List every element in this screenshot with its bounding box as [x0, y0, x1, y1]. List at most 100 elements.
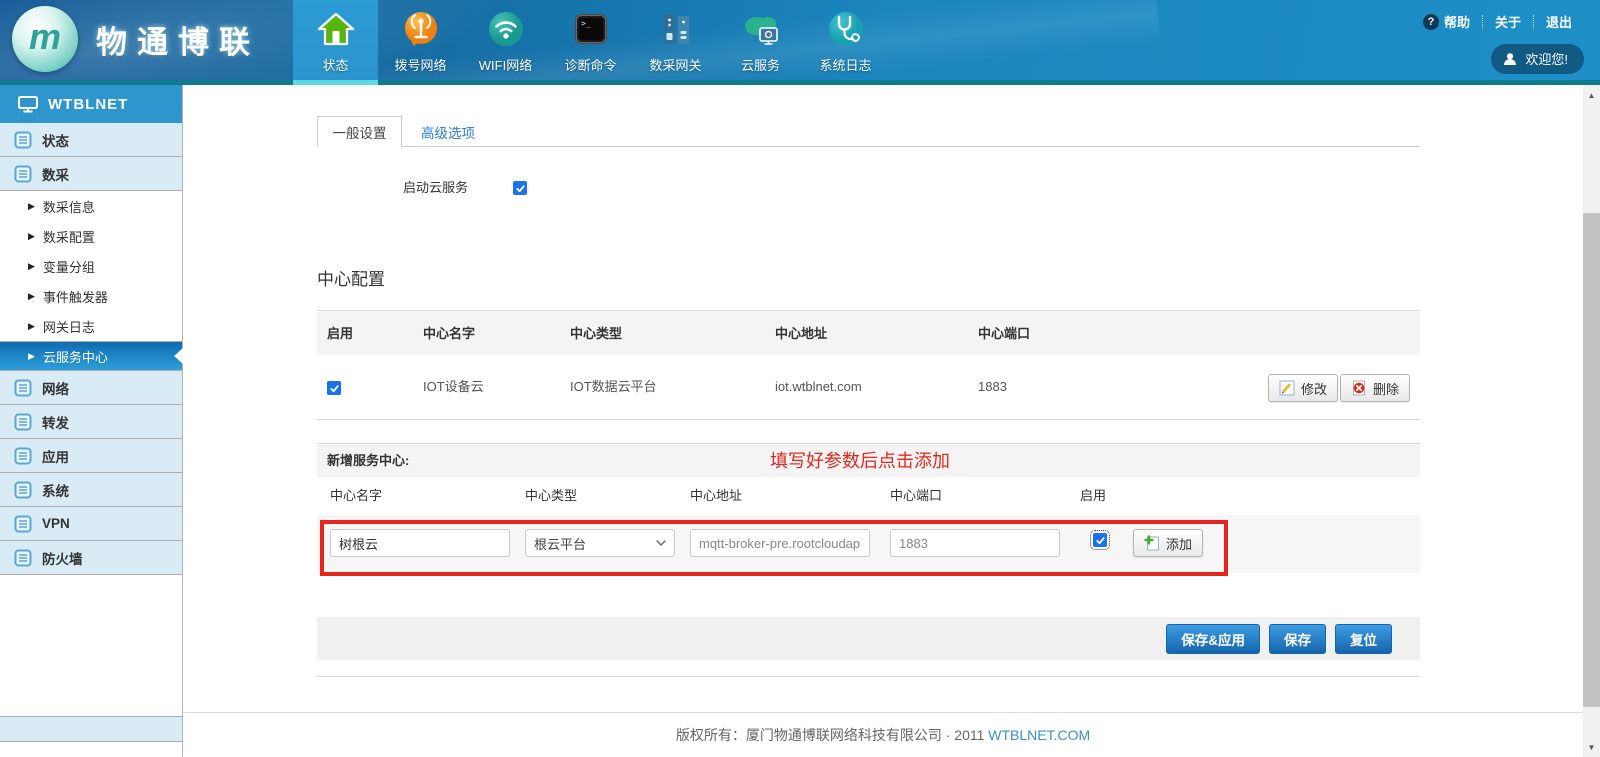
sidebar-item-variable-group[interactable]: ▶ 变量分组: [0, 251, 182, 281]
edit-button[interactable]: 修改: [1268, 374, 1338, 402]
sidebar-item-status[interactable]: 状态: [0, 123, 182, 157]
column-header-name: 中心名字: [423, 311, 475, 356]
top-navigation: 状态 拨号网络 WIFI网络 >_ 诊断命令: [293, 0, 888, 85]
sidebar-item-label: 数采配置: [43, 227, 95, 246]
table-row: IOT设备云 IOT数据云平台 iot.wtblnet.com 1883 修改 …: [317, 355, 1420, 420]
center-address-input[interactable]: [690, 529, 870, 557]
nav-item-dialup-network[interactable]: 拨号网络: [378, 0, 463, 85]
nav-item-status[interactable]: 状态: [293, 0, 378, 85]
add-button[interactable]: 添加: [1133, 529, 1203, 557]
row-enabled-checkbox[interactable]: [327, 381, 341, 395]
selected-option-label: 根云平台: [534, 534, 586, 553]
sidebar-item-cloud-service-center[interactable]: ▶ 云服务中心: [0, 341, 182, 371]
sidebar-item-data-collect[interactable]: 数采: [0, 157, 182, 191]
logo-monogram: m: [29, 19, 61, 55]
footer-link[interactable]: WTBLNET.COM: [988, 727, 1090, 743]
gateway-icon: [654, 7, 698, 51]
sidebar-item-label: 系统: [42, 480, 69, 500]
scrollbar-thumb[interactable]: [1583, 213, 1600, 707]
action-button-band: 保存&应用 保存 复位: [317, 617, 1420, 660]
sidebar-item-forwarding[interactable]: 转发: [0, 405, 182, 439]
help-icon: ?: [1423, 14, 1439, 30]
nav-item-cloud-service[interactable]: 云服务: [718, 0, 803, 85]
system-log-icon: [824, 7, 868, 51]
edit-button-label: 修改: [1301, 379, 1327, 398]
triangle-icon: ▶: [28, 291, 35, 302]
sidebar-item-firewall[interactable]: 防火墙: [0, 541, 182, 575]
save-button[interactable]: 保存: [1269, 624, 1326, 654]
list-icon: [14, 413, 32, 431]
check-icon: [515, 183, 526, 194]
sidebar-item-gateway-log[interactable]: ▶ 网关日志: [0, 311, 182, 341]
check-icon: [1095, 535, 1106, 546]
scrollbar-up-arrow[interactable]: ▲: [1583, 87, 1600, 103]
logout-link[interactable]: 退出: [1534, 12, 1584, 31]
sidebar-item-data-collect-config[interactable]: ▶ 数采配置: [0, 221, 182, 251]
save-apply-button[interactable]: 保存&应用: [1166, 624, 1260, 654]
reset-button[interactable]: 复位: [1335, 624, 1392, 654]
help-link[interactable]: ? 帮助: [1411, 12, 1482, 31]
user-icon: [1503, 52, 1517, 66]
sidebar-item-data-collect-info[interactable]: ▶ 数采信息: [0, 191, 182, 221]
list-icon: [14, 447, 32, 465]
sidebar-item-label: 转发: [42, 412, 69, 432]
nav-label: 数采网关: [649, 55, 701, 74]
help-label: 帮助: [1444, 12, 1470, 31]
add-section-inputs-row: 根云平台 添加: [317, 515, 1420, 573]
section-title-center-config: 中心配置: [317, 265, 385, 290]
sidebar: WTBLNET 状态 数采 ▶ 数采信息 ▶ 数采配置 ▶ 变量分组 ▶ 事件触…: [0, 85, 183, 757]
center-port-input[interactable]: [890, 529, 1060, 557]
nav-item-data-gateway[interactable]: 数采网关: [633, 0, 718, 85]
delete-x-icon: [1351, 380, 1367, 396]
center-name-input[interactable]: [330, 529, 510, 557]
footer-separator: ·: [946, 727, 951, 743]
delete-button-label: 删除: [1373, 379, 1399, 398]
list-icon: [14, 549, 32, 567]
nav-item-diagnostic-command[interactable]: >_ 诊断命令: [548, 0, 633, 85]
sidebar-item-vpn[interactable]: VPN: [0, 507, 182, 541]
enable-cloud-checkbox[interactable]: [513, 181, 527, 195]
add-label-port: 中心端口: [890, 477, 942, 515]
check-icon: [329, 383, 340, 394]
sidebar-item-application[interactable]: 应用: [0, 439, 182, 473]
column-header-port: 中心端口: [978, 311, 1030, 356]
sidebar-item-label: VPN: [42, 516, 70, 531]
cloud-service-icon: [739, 7, 783, 51]
sidebar-item-event-trigger[interactable]: ▶ 事件触发器: [0, 281, 182, 311]
sidebar-item-network[interactable]: 网络: [0, 371, 182, 405]
monitor-icon: [18, 96, 38, 113]
add-page-icon: [1144, 535, 1160, 551]
wifi-icon: [484, 7, 528, 51]
logout-label: 退出: [1546, 12, 1572, 31]
add-label-enabled: 启用: [1080, 477, 1106, 515]
brand-logo: m 物通博联: [12, 6, 260, 72]
cell-center-address: iot.wtblnet.com: [775, 379, 862, 395]
cell-center-name: IOT设备云: [423, 379, 484, 395]
welcome-text: 欢迎您!: [1525, 49, 1568, 68]
nav-item-wifi-network[interactable]: WIFI网络: [463, 0, 548, 85]
triangle-icon: ▶: [28, 231, 35, 242]
nav-item-system-log[interactable]: 系统日志: [803, 0, 888, 85]
about-link[interactable]: 关于: [1483, 12, 1533, 31]
column-header-address: 中心地址: [775, 311, 827, 356]
tab-advanced-options[interactable]: 高级选项: [407, 116, 489, 147]
add-enabled-checkbox[interactable]: [1093, 533, 1107, 547]
sidebar-item-label: 事件触发器: [43, 287, 108, 306]
center-type-select[interactable]: 根云平台: [525, 529, 675, 557]
vertical-scrollbar[interactable]: ▲ ▼: [1583, 85, 1600, 757]
tab-general-settings[interactable]: 一般设置: [317, 116, 402, 147]
table-header-row: 启用 中心名字 中心类型 中心地址 中心端口: [317, 310, 1420, 355]
nav-label: 状态: [322, 55, 348, 74]
footer-divider: [183, 712, 1583, 713]
sidebar-title: WTBLNET: [48, 96, 128, 113]
nav-label: 拨号网络: [394, 55, 446, 74]
tab-label: 一般设置: [333, 122, 387, 142]
delete-button[interactable]: 删除: [1340, 374, 1410, 402]
sidebar-item-label: 防火墙: [42, 548, 83, 568]
scrollbar-down-arrow[interactable]: ▼: [1583, 739, 1600, 755]
add-button-label: 添加: [1166, 534, 1192, 553]
cell-center-type: IOT数据云平台: [570, 379, 657, 395]
sidebar-item-system[interactable]: 系统: [0, 473, 182, 507]
home-icon: [314, 7, 358, 51]
triangle-icon: ▶: [28, 321, 35, 332]
